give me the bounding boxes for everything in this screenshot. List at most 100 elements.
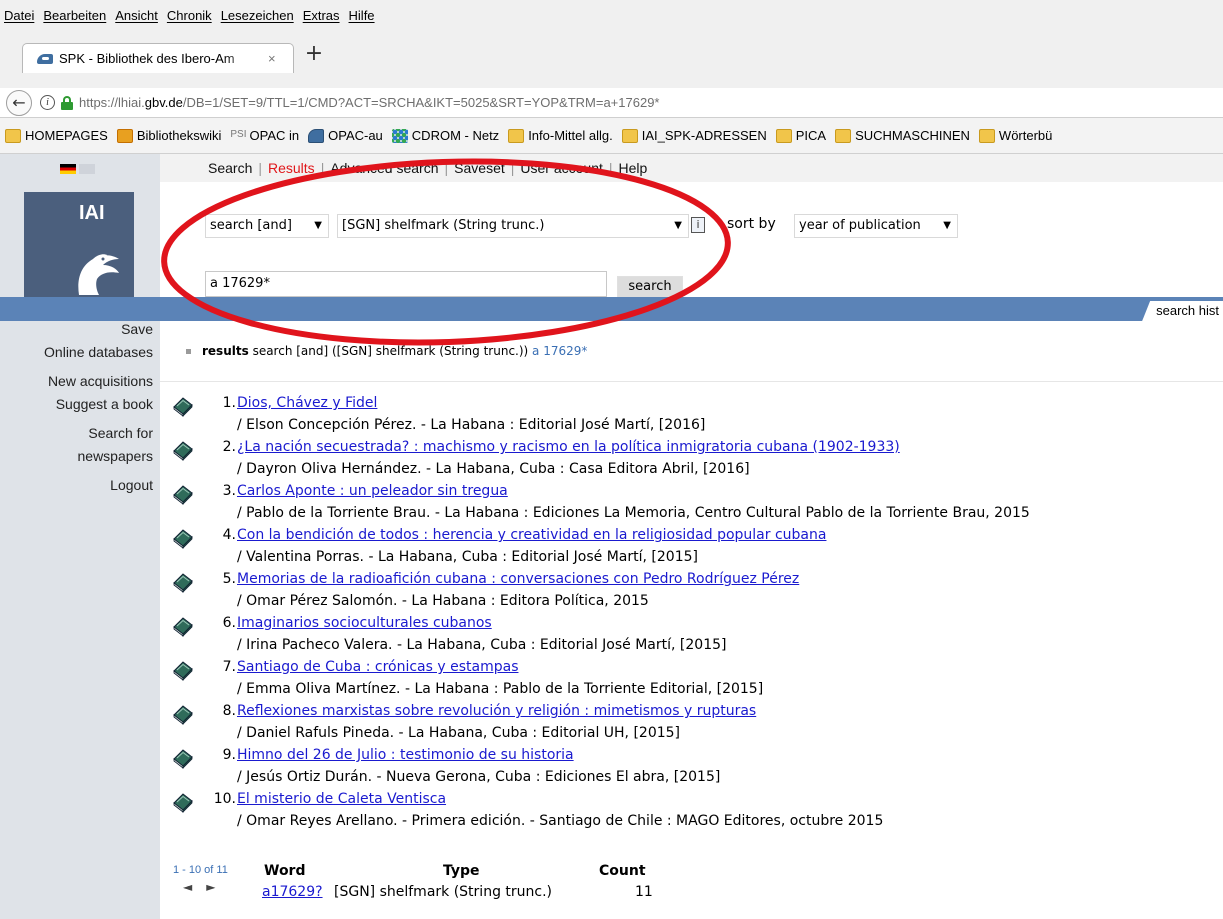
folder-icon [978,128,995,143]
next-page-icon[interactable]: ► [206,880,229,894]
hit-item: 8. Reflexiones marxistas sobre revolución… [170,702,1220,746]
tab-saveset[interactable]: Saveset [454,160,505,176]
menu-datei[interactable]: Datei [4,8,34,23]
tab-help[interactable]: Help [619,160,648,176]
menu-hilfe[interactable]: Hilfe [349,8,375,23]
hit-title-link[interactable]: Carlos Aponte : un peleador sin tregua [237,483,508,499]
bookmark-label: Wörterbü [998,128,1053,143]
sidebar-item-logout[interactable]: Logout [110,477,153,493]
eagle-icon [78,254,119,295]
hit-title-link[interactable]: El misterio de Caleta Ventisca [237,791,446,807]
psi-icon: PSI [230,128,247,140]
sidebar-item-save[interactable]: Save [121,321,153,337]
search-history-tab[interactable]: search hist [1142,301,1223,321]
hit-item: 10. El misterio de Caleta Ventisca / Omar … [170,790,1220,834]
sidebar-item-new-acquisitions[interactable]: New acquisitions [48,373,153,389]
hit-number: 8. [222,703,236,719]
browser-tab[interactable]: SPK - Bibliothek des Ibero-Am × [22,43,294,73]
bookmark-woerterbuecher[interactable]: Wörterbü [978,128,1053,143]
back-button[interactable]: ← [6,89,32,116]
chevron-down-icon: ▼ [314,220,322,231]
bookmark-info-mittel[interactable]: Info-Mittel allg. [508,128,613,143]
word-table-count: 11 [635,884,653,900]
sidebar-item-search-for[interactable]: Search for [88,425,153,441]
hit-number: 2. [222,439,236,455]
bookmark-opac-in[interactable]: PSI OPAC in [230,128,299,143]
operator-select[interactable]: search [and] ▼ [205,214,329,238]
nav-separator: | [444,160,449,176]
hit-number: 6. [222,615,236,631]
menu-bearbeiten[interactable]: Bearbeiten [43,8,106,23]
bookmark-cdrom[interactable]: CDROM - Netz [391,128,499,143]
nav-separator: | [510,160,515,176]
sort-value: year of publication [799,218,921,233]
search-input[interactable]: a 17629* [205,271,607,297]
bookmark-pica[interactable]: PICA [775,128,826,143]
prev-page-icon[interactable]: ◄ [183,880,206,894]
site-info-icon[interactable]: i [40,95,55,110]
tab-user-account[interactable]: User account [520,160,602,176]
book-icon[interactable] [172,527,194,549]
pager-range: 1 - 10 of 11 [173,864,228,876]
hit-title-link[interactable]: Himno del 26 de Julio : testimonio de su… [237,747,574,763]
results-term[interactable]: a 17629* [532,344,587,358]
sort-select[interactable]: year of publication ▼ [794,214,958,238]
book-icon[interactable] [172,791,194,813]
hit-title-link[interactable]: ¿La nación secuestrada? : machismo y rac… [237,439,900,455]
bookmark-homepages[interactable]: HOMEPAGES [5,128,108,143]
book-icon[interactable] [172,395,194,417]
bookmark-opac-au[interactable]: OPAC-au [308,128,383,143]
hit-title-link[interactable]: Memorias de la radioafición cubana : con… [237,571,799,587]
word-table-word[interactable]: a17629? [262,884,323,900]
url-field[interactable]: https://lhiai.gbv.de/DB=1/SET=9/TTL=1/CM… [79,95,659,110]
hit-title-link[interactable]: Santiago de Cuba : crónicas y estampas [237,659,518,675]
new-tab-button[interactable]: + [303,43,325,67]
search-button[interactable]: search [617,276,683,298]
index-select[interactable]: [SGN] shelfmark (String trunc.) ▼ [337,214,689,238]
book-icon[interactable] [172,439,194,461]
sidebar-item-suggest-a-book[interactable]: Suggest a book [56,396,153,412]
sidebar-item-newspapers[interactable]: newspapers [78,448,154,464]
book-icon[interactable] [172,659,194,681]
hit-title-link[interactable]: Reflexiones marxistas sobre revolución y… [237,703,756,719]
bookmarks-toolbar: HOMEPAGES Bibliothekswiki PSI OPAC in OPA… [0,118,1223,154]
sidebar-item-online-databases[interactable]: Online databases [44,344,153,360]
english-flag-icon[interactable] [79,164,95,174]
bookmark-label: OPAC-au [328,128,383,143]
lock-icon [61,95,73,110]
menu-extras[interactable]: Extras [303,8,340,23]
menu-ansicht[interactable]: Ansicht [115,8,158,23]
url-prefix: https://lhiai. [79,95,145,110]
tab-close-icon[interactable]: × [268,51,276,66]
menu-chronik[interactable]: Chronik [167,8,212,23]
book-icon[interactable] [172,483,194,505]
bookmark-label: Bibliothekswiki [136,128,222,143]
book-icon[interactable] [172,703,194,725]
nav-separator: | [258,160,262,176]
bookmark-label: HOMEPAGES [25,128,108,143]
browser-tab-title: SPK - Bibliothek des Ibero-Am [59,51,235,66]
bookmark-suchmaschinen[interactable]: SUCHMASCHINEN [835,128,970,143]
german-flag-icon[interactable] [60,164,76,174]
book-icon[interactable] [172,747,194,769]
bookmark-bibliothekswiki[interactable]: Bibliothekswiki [116,128,222,143]
chevron-down-icon: ▼ [943,220,951,231]
word-table-header-word: Word [264,863,306,879]
tab-search[interactable]: Search [208,160,252,176]
hit-description: / Pablo de la Torriente Brau. - La Haban… [237,505,1030,521]
tab-advanced-search[interactable]: Advanced search [330,160,438,176]
bookmark-iai-spk-adressen[interactable]: IAI_SPK-ADRESSEN [621,128,767,143]
hit-title-link[interactable]: Con la bendición de todos : herencia y c… [237,527,826,543]
hit-title-link[interactable]: Imaginarios socioculturales cubanos [237,615,492,631]
menu-lesezeichen[interactable]: Lesezeichen [221,8,294,23]
hit-description: / Dayron Oliva Hernández. - La Habana, C… [237,461,750,477]
book-icon[interactable] [172,571,194,593]
book-icon[interactable] [172,615,194,637]
hit-description: / Irina Pacheco Valera. - La Habana, Cub… [237,637,727,653]
hit-title-link[interactable]: Dios, Chávez y Fidel [237,395,377,411]
bullet-icon [186,349,191,354]
favicon-icon [37,50,53,67]
iai-logo[interactable]: IAI [24,192,134,307]
tab-results[interactable]: Results [268,160,315,176]
index-info-button[interactable]: i [691,217,705,233]
